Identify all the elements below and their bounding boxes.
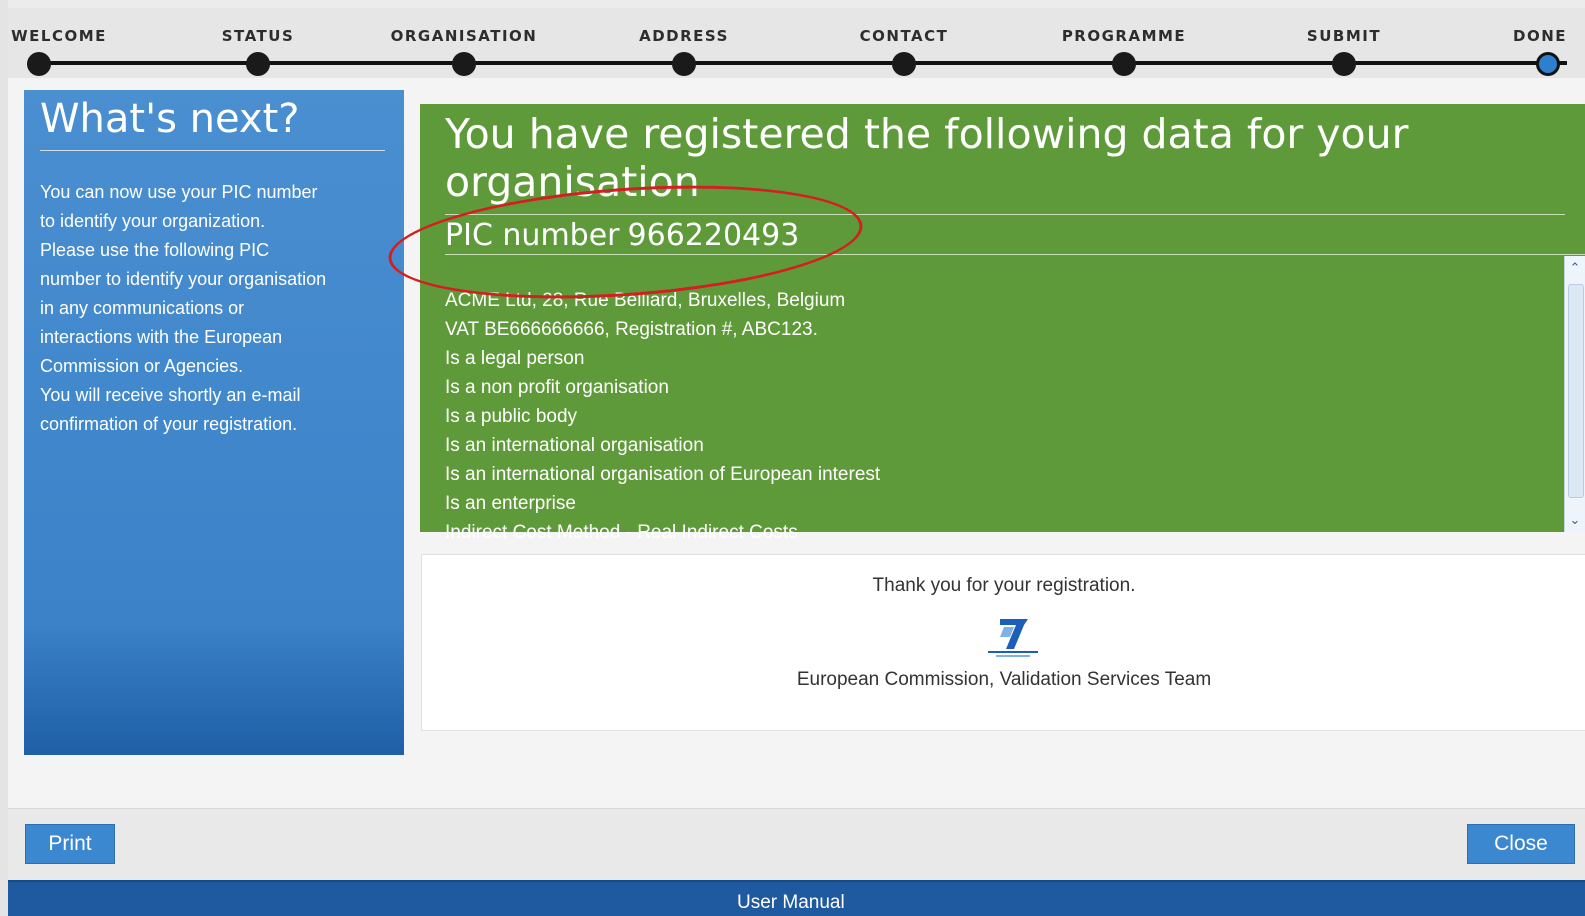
main-content: What's next? You can now use your PIC nu…: [8, 78, 1585, 808]
top-strip: [8, 0, 1585, 8]
whats-next-line: You will receive shortly an e-mail: [40, 385, 301, 405]
whats-next-line: number to identify your organisation: [40, 269, 327, 289]
whats-next-line: Please use the following PIC: [40, 240, 270, 260]
whats-next-line: confirmation of your registration.: [40, 414, 298, 434]
progress-steps: WELCOME STATUS ORGANISATION ADDRESS CONT…: [8, 8, 1585, 78]
whats-next-title: What's next?: [40, 96, 385, 151]
print-button[interactable]: Print: [25, 824, 115, 864]
step-programme-dot: [1112, 52, 1136, 76]
detail-item: Is an international organisation of Euro…: [445, 464, 881, 485]
fp7-logo-icon: [988, 619, 1038, 657]
scroll-down-icon[interactable]: ⌄: [1568, 512, 1582, 528]
whats-next-line: Commission or Agencies.: [40, 356, 244, 376]
step-welcome-label: WELCOME: [11, 27, 107, 45]
whats-next-panel: What's next? You can now use your PIC nu…: [24, 90, 404, 755]
detail-item: Is a non profit organisation: [445, 377, 669, 398]
step-organisation-dot: [452, 52, 476, 76]
step-done-dot: [1536, 52, 1560, 76]
step-welcome-dot: [27, 52, 51, 76]
registered-details-list: ACME Ltd, 28, Rue Belliard, Bruxelles, B…: [445, 286, 1535, 547]
detail-item: Is an enterprise: [445, 493, 576, 514]
step-address-dot: [672, 52, 696, 76]
step-organisation-label: ORGANISATION: [390, 27, 538, 45]
step-done-label: DONE: [1512, 27, 1568, 45]
whats-next-text: You can now use your PIC number to ident…: [40, 178, 390, 439]
details-scrollbar[interactable]: ⌃ ⌄: [1564, 256, 1585, 532]
registered-data-panel: You have registered the following data f…: [420, 104, 1585, 543]
scrollbar-thumb[interactable]: [1568, 284, 1584, 498]
step-programme-label: PROGRAMME: [1061, 27, 1187, 45]
bottom-bar: User Manual: [8, 880, 1585, 916]
scroll-up-icon[interactable]: ⌃: [1568, 260, 1582, 276]
detail-item: Is a legal person: [445, 348, 585, 369]
detail-item: VAT BE666666666, Registration #, ABC123.: [445, 319, 818, 340]
step-contact-dot: [892, 52, 916, 76]
detail-item: Is an international organisation: [445, 435, 704, 456]
detail-item: Is a public body: [445, 406, 578, 427]
step-submit-label: SUBMIT: [1306, 27, 1382, 45]
thank-you-message: Thank you for your registration.: [872, 575, 1136, 596]
thank-you-panel: Thank you for your registration. Europea…: [421, 554, 1585, 731]
step-address-label: ADDRESS: [639, 27, 729, 45]
step-status-dot: [246, 52, 270, 76]
whats-next-line: You can now use your PIC number: [40, 182, 318, 202]
validation-team: European Commission, Validation Services…: [796, 669, 1212, 690]
close-button[interactable]: Close: [1467, 824, 1575, 864]
step-submit-dot: [1332, 52, 1356, 76]
step-status-label: STATUS: [221, 27, 295, 45]
step-contact-label: CONTACT: [859, 27, 949, 45]
whats-next-line: to identify your organization.: [40, 211, 266, 231]
whats-next-line: interactions with the European: [40, 327, 283, 347]
whats-next-line: in any communications or: [40, 298, 245, 318]
registration-window: WELCOME STATUS ORGANISATION ADDRESS CONT…: [0, 0, 1585, 916]
user-manual-link[interactable]: User Manual: [737, 892, 845, 914]
detail-item: Indirect Cost Method - Real Indirect Cos…: [445, 522, 798, 543]
footer-toolbar: Print Close: [8, 808, 1585, 881]
